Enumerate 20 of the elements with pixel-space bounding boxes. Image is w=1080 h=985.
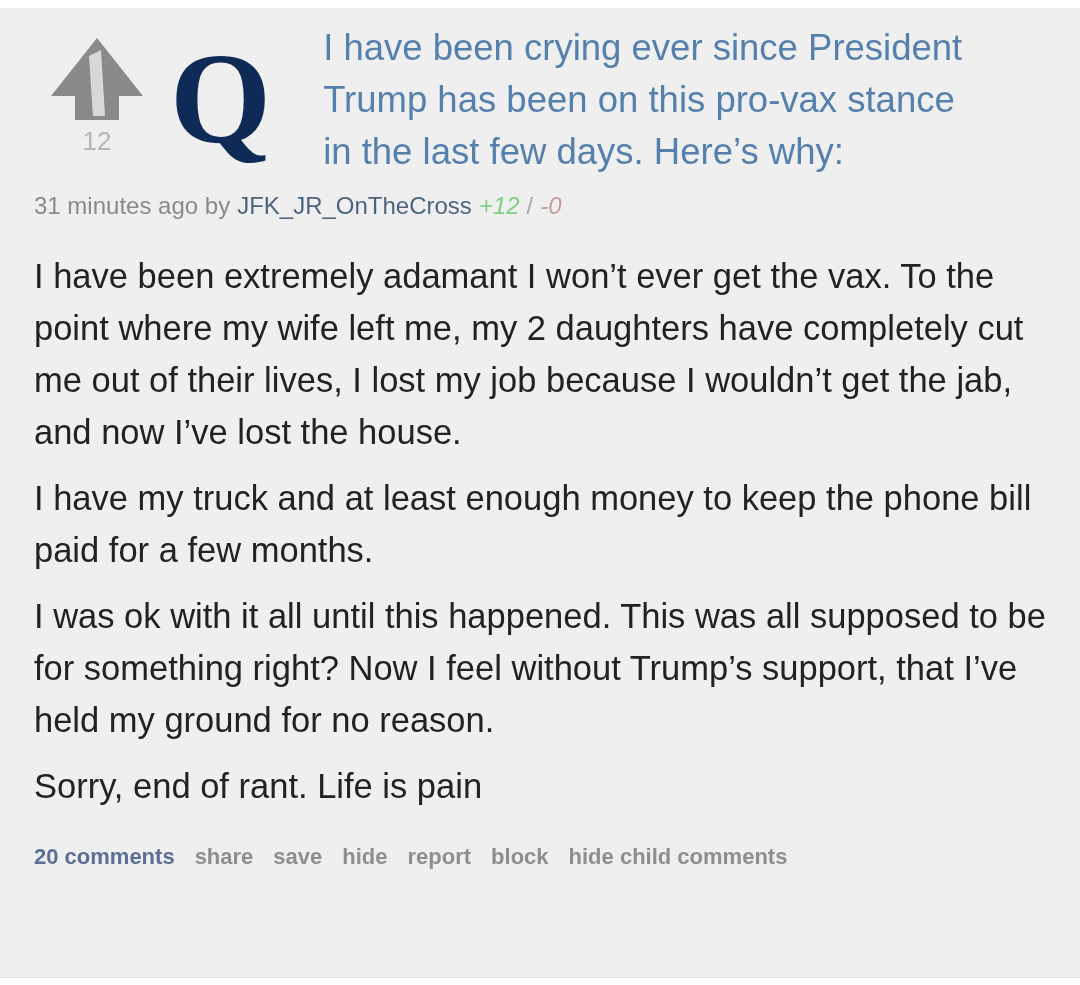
action-link[interactable]: save bbox=[273, 844, 323, 870]
upvote-count: +12 bbox=[478, 192, 520, 220]
action-link[interactable]: hide child comments bbox=[568, 844, 788, 870]
vote-separator: / bbox=[526, 192, 534, 220]
action-link[interactable]: 20 comments bbox=[34, 844, 175, 870]
post-title[interactable]: I have been crying ever since President Trump has been on this pro-vax stance in the last few days. Here’s why: bbox=[323, 22, 974, 178]
avatar-letter: Q bbox=[169, 25, 273, 172]
post-age: 31 minutes ago by bbox=[34, 192, 231, 220]
post-paragraph: I was ok with it all until this happened. This was all supposed to be for something right? Now I feel without Trump’s support, that I’ve held my ground for no reason. bbox=[34, 596, 1047, 741]
downvote-count: -0 bbox=[540, 192, 562, 220]
post-paragraph: I have been extremely adamant I won’t ever get the vax. To the point where my wife left me, my 2 daughters have completely cut me out of their lives, I lost my job because I wouldn’t get the jab, and now I’ve lost the house. bbox=[34, 256, 1025, 453]
vote-score: 12 bbox=[82, 126, 112, 157]
action-link[interactable]: report bbox=[407, 844, 472, 870]
post-paragraph: Sorry, end of rant. Life is pain bbox=[34, 766, 484, 807]
upvote-arrow-icon[interactable] bbox=[49, 36, 145, 120]
action-link[interactable]: share bbox=[194, 844, 254, 870]
action-link[interactable]: block bbox=[491, 844, 549, 870]
author-link[interactable]: JFK_JR_OnTheCross bbox=[237, 192, 472, 220]
action-link[interactable]: hide bbox=[342, 844, 388, 870]
post-paragraph: I have my truck and at least enough money to keep the phone bill paid for a few months. bbox=[34, 478, 1033, 571]
